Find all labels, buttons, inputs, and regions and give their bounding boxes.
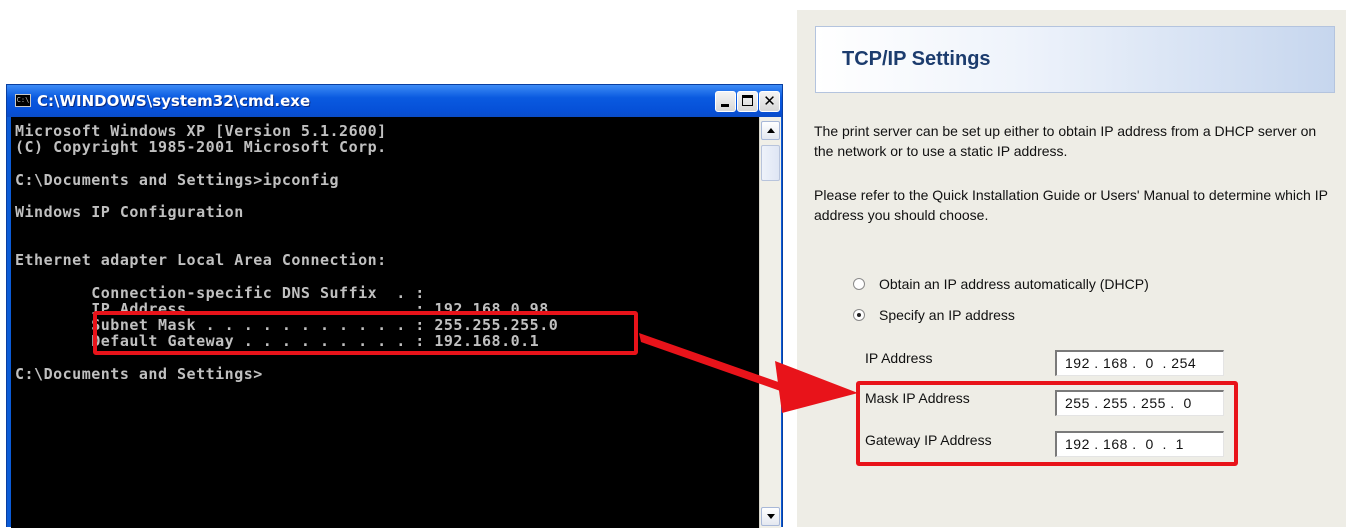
red-arrow-shaft <box>639 333 786 393</box>
red-arrow-head <box>775 361 858 413</box>
red-arrow-icon <box>639 333 858 413</box>
